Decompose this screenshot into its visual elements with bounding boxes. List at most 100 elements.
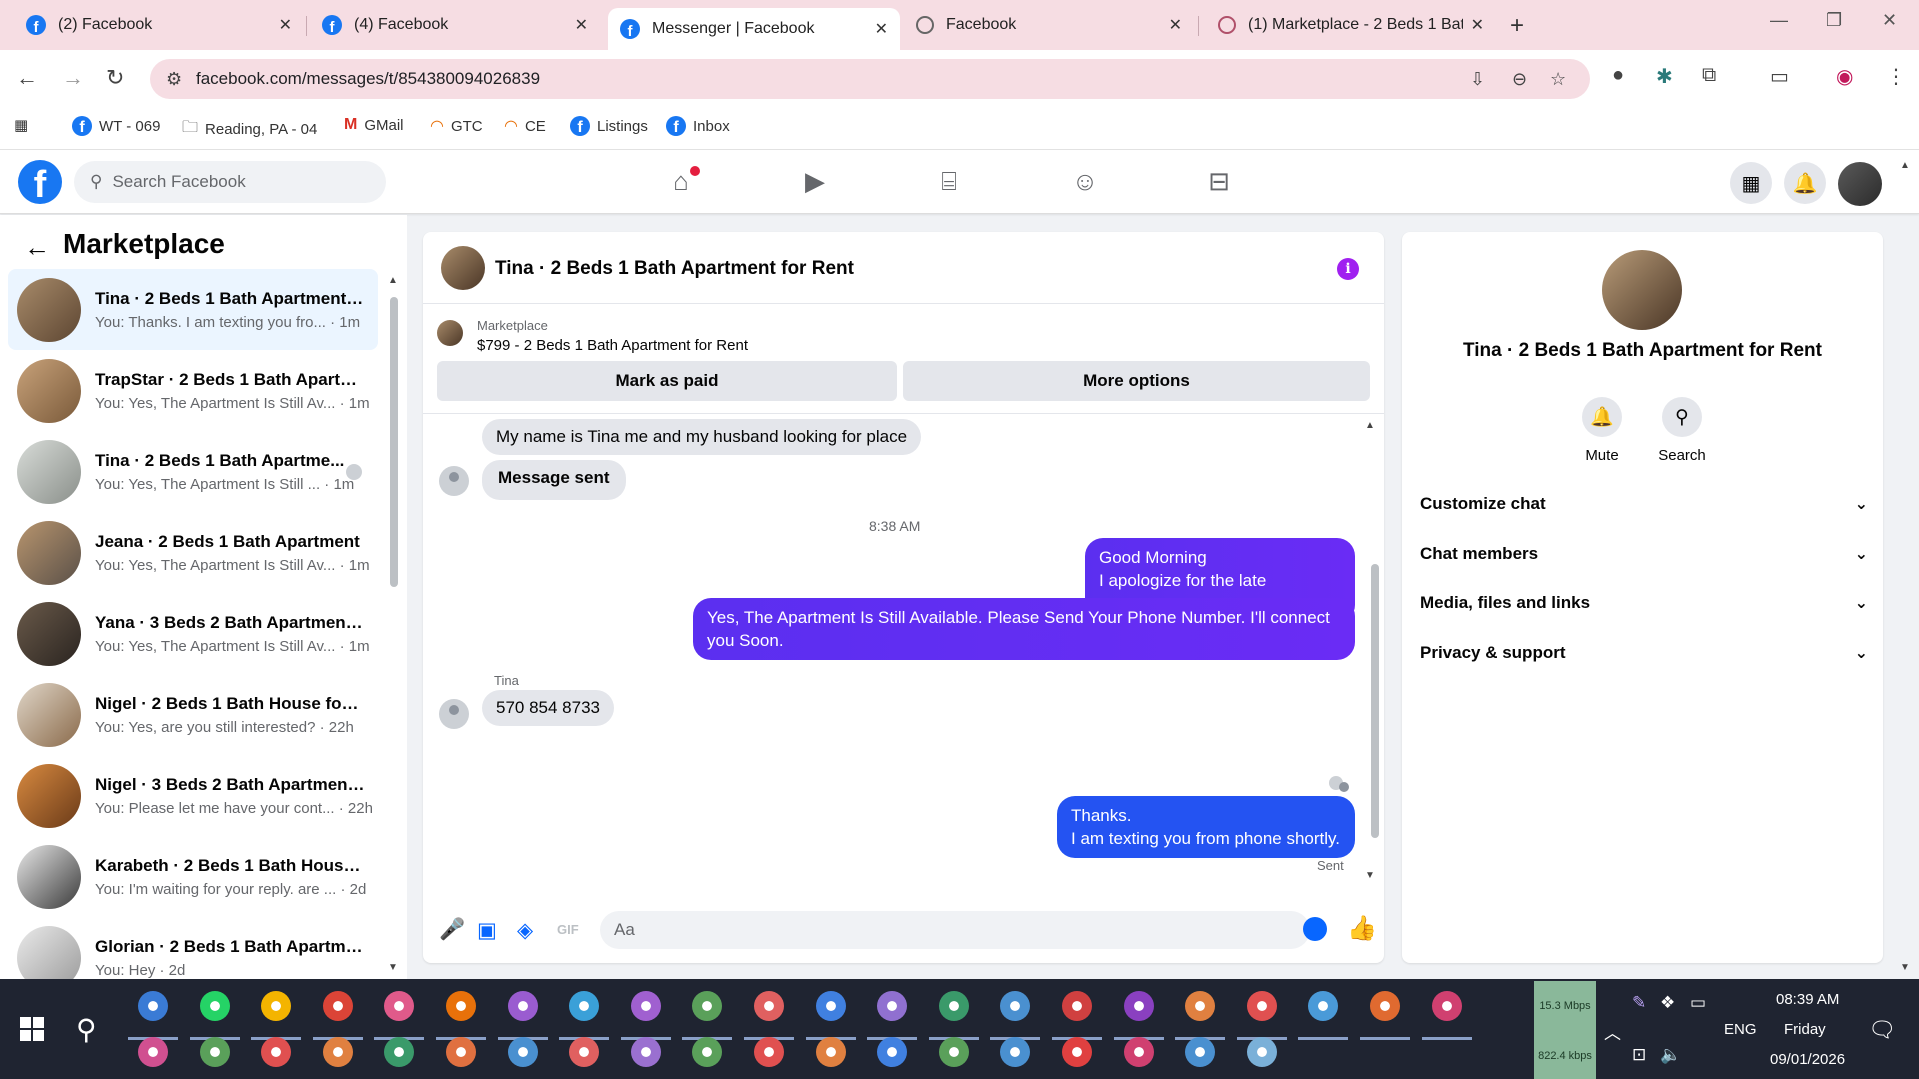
conversation-avatar[interactable]	[1602, 250, 1682, 330]
conversation-item[interactable]: TrapStar · 2 Beds 1 Bath Apartm... You: Y…	[8, 350, 378, 431]
section-chat-members[interactable]: Chat members ⌄	[1420, 536, 1868, 572]
more-options-button[interactable]: More options	[903, 361, 1370, 401]
scroll-up-arrow-icon[interactable]: ▲	[388, 275, 398, 286]
search-in-conversation-button[interactable]: ⚲ Search	[1642, 397, 1722, 464]
incoming-message[interactable]: Message sent	[482, 460, 626, 500]
taskbar-chrome-icon[interactable]	[1308, 991, 1339, 1021]
install-app-icon[interactable]: ⇩	[1470, 69, 1485, 90]
clock-day[interactable]: Friday	[1784, 1021, 1826, 1038]
browser-menu-icon[interactable]: ⋮	[1886, 64, 1906, 89]
groups-icon[interactable]: ☺	[1068, 166, 1102, 200]
incoming-message[interactable]: My name is Tina me and my husband lookin…	[482, 419, 922, 455]
conversation-item[interactable]: Nigel · 2 Beds 1 Bath House for ... You: …	[8, 674, 378, 755]
taskbar-chrome-icon[interactable]	[877, 1037, 908, 1067]
bookmark-gtc[interactable]: ◠ GTC	[430, 116, 483, 136]
taskbar-store-icon[interactable]	[138, 991, 168, 1021]
bookmark-star-icon[interactable]: ☆	[1550, 69, 1566, 90]
scroll-up-arrow-icon[interactable]: ▲	[1365, 420, 1375, 431]
taskbar-chrome-icon[interactable]	[1000, 1037, 1031, 1067]
outgoing-message[interactable]: Thanks. I am texting you from phone shor…	[1057, 796, 1355, 858]
photo-attach-icon[interactable]: ▣	[477, 918, 497, 943]
taskbar-chrome-icon[interactable]	[1185, 991, 1216, 1021]
taskbar-chrome-icon[interactable]	[1062, 1037, 1092, 1067]
taskbar-chrome-icon[interactable]	[261, 1037, 292, 1067]
taskbar-chrome-icon[interactable]	[1431, 991, 1462, 1021]
conversation-item[interactable]: Tina · 2 Beds 1 Bath Apartme... You: Yes,…	[8, 431, 378, 512]
facebook-logo[interactable]: f	[18, 160, 62, 204]
dropbox-icon[interactable]: ❖	[1660, 993, 1675, 1013]
facebook-search-input[interactable]: ⚲ Search Facebook	[74, 161, 386, 203]
tab-search-icon[interactable]: ▭	[1770, 64, 1789, 89]
taskbar-chrome-icon[interactable]	[692, 1037, 723, 1067]
url-bar[interactable]: ⚙ facebook.com/messages/t/85438009402683…	[150, 59, 1590, 99]
taskbar-chrome-icon[interactable]	[754, 1037, 784, 1067]
reload-icon[interactable]: ↻	[106, 65, 124, 91]
menu-grid-icon[interactable]: ▦	[1730, 162, 1772, 204]
network-icon[interactable]: ⊡	[1632, 1045, 1646, 1065]
site-info-icon[interactable]: ⚙	[166, 69, 182, 90]
taskbar-chrome-icon[interactable]	[815, 991, 846, 1021]
scroll-down-arrow-icon[interactable]: ▼	[1365, 870, 1375, 881]
tab-close-icon[interactable]: ✕	[279, 15, 292, 35]
tab-close-icon[interactable]: ✕	[1169, 15, 1182, 35]
notification-center-icon[interactable]: 🗨	[1868, 1017, 1896, 1043]
forward-arrow-icon[interactable]: →	[62, 65, 84, 91]
outgoing-message[interactable]: Yes, The Apartment Is Still Available. P…	[693, 598, 1355, 660]
mark-as-paid-button[interactable]: Mark as paid	[437, 361, 897, 401]
taskbar-chrome-icon[interactable]	[1123, 1037, 1154, 1067]
page-scroll-down-icon[interactable]: ▼	[1900, 962, 1910, 973]
taskbar-chrome-icon[interactable]	[507, 1037, 538, 1067]
taskbar-chrome-icon[interactable]	[1185, 1037, 1216, 1067]
taskbar-chrome-icon[interactable]	[938, 991, 969, 1021]
pen-tray-icon[interactable]: ✎	[1632, 993, 1646, 1013]
taskbar-chrome-icon[interactable]	[569, 991, 600, 1021]
tab-close-icon[interactable]: ✕	[875, 19, 888, 39]
thumbs-up-icon[interactable]: 👍	[1347, 914, 1377, 943]
section-customize-chat[interactable]: Customize chat ⌄	[1420, 486, 1868, 522]
taskbar-chrome-icon[interactable]	[815, 1037, 846, 1067]
clock-time[interactable]: 08:39 AM	[1776, 991, 1839, 1008]
section-privacy-support[interactable]: Privacy & support ⌄	[1420, 635, 1868, 671]
sticker-icon[interactable]: ◈	[517, 918, 533, 943]
taskbar-chrome-icon[interactable]	[569, 1037, 600, 1067]
conversation-item[interactable]: Nigel · 3 Beds 2 Bath Apartment... You: P…	[8, 755, 378, 836]
taskbar-chrome-icon[interactable]	[446, 991, 476, 1021]
browser-tab-2[interactable]: f (4) Facebook ✕	[310, 8, 600, 42]
taskbar-chrome-icon[interactable]	[322, 991, 353, 1021]
notifications-bell-icon[interactable]: 🔔	[1784, 162, 1826, 204]
conversation-item[interactable]: Karabeth · 2 Beds 1 Bath House ... You: I…	[8, 836, 378, 917]
taskbar-chrome-icon[interactable]	[384, 991, 415, 1021]
back-arrow-icon[interactable]: ←	[16, 65, 38, 91]
taskbar-chrome-icon[interactable]	[877, 991, 908, 1021]
restore-icon[interactable]: ❐	[1826, 10, 1842, 31]
conversation-item[interactable]: Yana · 3 Beds 2 Bath Apartment ... You: Y…	[8, 593, 378, 674]
gif-icon[interactable]: GIF	[557, 922, 579, 937]
taskbar-chrome-icon[interactable]	[138, 1037, 168, 1067]
new-tab-button[interactable]: +	[1510, 12, 1524, 40]
taskbar-chrome-icon[interactable]	[446, 1037, 476, 1067]
taskbar-whatsapp-icon[interactable]	[199, 991, 230, 1021]
marketplace-icon[interactable]: ⌸	[932, 166, 966, 200]
taskbar-chrome-icon[interactable]	[1000, 991, 1031, 1021]
message-input[interactable]: Aa	[600, 911, 1310, 949]
taskbar-chrome-icon[interactable]	[1123, 991, 1154, 1021]
bookmark-reading-pa[interactable]: 🗀 Reading, PA - 04	[182, 116, 317, 143]
conversation-list-scrollbar[interactable]	[390, 297, 398, 587]
taskbar-file-explorer-icon[interactable]	[261, 991, 292, 1021]
taskbar-chrome-icon[interactable]	[630, 1037, 661, 1067]
section-media-files-links[interactable]: Media, files and links ⌄	[1420, 585, 1868, 621]
info-icon[interactable]: i	[1337, 258, 1359, 280]
extension-icon[interactable]: ✱	[1656, 64, 1673, 89]
language-indicator[interactable]: ENG	[1724, 1021, 1757, 1038]
volume-icon[interactable]: 🔈	[1660, 1045, 1681, 1065]
close-window-icon[interactable]: ✕	[1882, 10, 1897, 31]
zoom-icon[interactable]: ⊖	[1512, 69, 1527, 90]
taskbar-chrome-icon[interactable]	[1062, 991, 1092, 1021]
back-arrow-icon[interactable]: ←	[24, 232, 50, 263]
conversation-item[interactable]: Tina · 2 Beds 1 Bath Apartment f... You: …	[8, 269, 378, 350]
battery-icon[interactable]: ▭	[1690, 993, 1706, 1013]
conversation-item[interactable]: Jeana · 2 Beds 1 Bath Apartment You: Yes,…	[8, 512, 378, 593]
emoji-icon[interactable]	[1303, 917, 1327, 941]
taskbar-chrome-icon[interactable]	[938, 1037, 969, 1067]
taskbar-chrome-icon[interactable]	[692, 991, 723, 1021]
